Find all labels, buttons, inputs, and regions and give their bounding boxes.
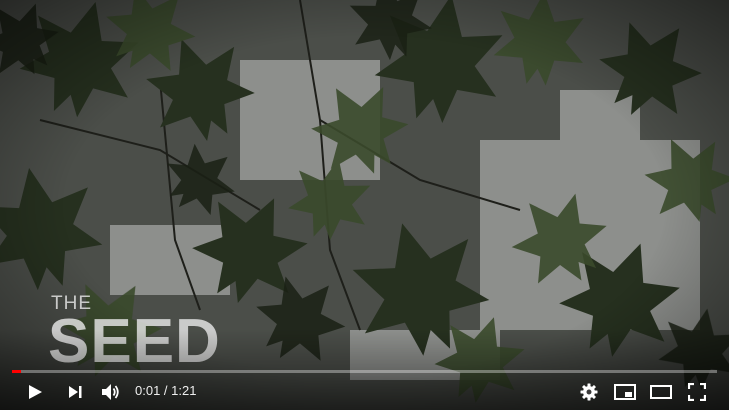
progress-played bbox=[12, 370, 21, 373]
miniplayer-icon bbox=[614, 384, 636, 400]
video-player[interactable]: THE SEED 0:01 / 1:21 bbox=[0, 0, 729, 410]
settings-button[interactable] bbox=[574, 377, 604, 407]
progress-bar[interactable] bbox=[12, 370, 717, 373]
fullscreen-button[interactable] bbox=[682, 377, 712, 407]
controls-bar: 0:01 / 1:21 bbox=[0, 377, 729, 407]
miniplayer-button[interactable] bbox=[610, 377, 640, 407]
duration: 1:21 bbox=[171, 383, 197, 398]
time-display: 0:01 / 1:21 bbox=[135, 383, 196, 398]
fullscreen-icon bbox=[688, 383, 706, 401]
next-icon bbox=[69, 386, 82, 398]
play-icon bbox=[29, 385, 42, 399]
play-button[interactable] bbox=[20, 377, 50, 407]
settings-icon bbox=[580, 383, 598, 401]
volume-button[interactable] bbox=[96, 377, 126, 407]
theater-mode-button[interactable] bbox=[646, 377, 676, 407]
theater-mode-icon bbox=[650, 385, 672, 399]
next-button[interactable] bbox=[60, 377, 90, 407]
volume-icon bbox=[102, 384, 119, 400]
time-separator: / bbox=[160, 383, 172, 398]
current-time: 0:01 bbox=[135, 383, 161, 398]
